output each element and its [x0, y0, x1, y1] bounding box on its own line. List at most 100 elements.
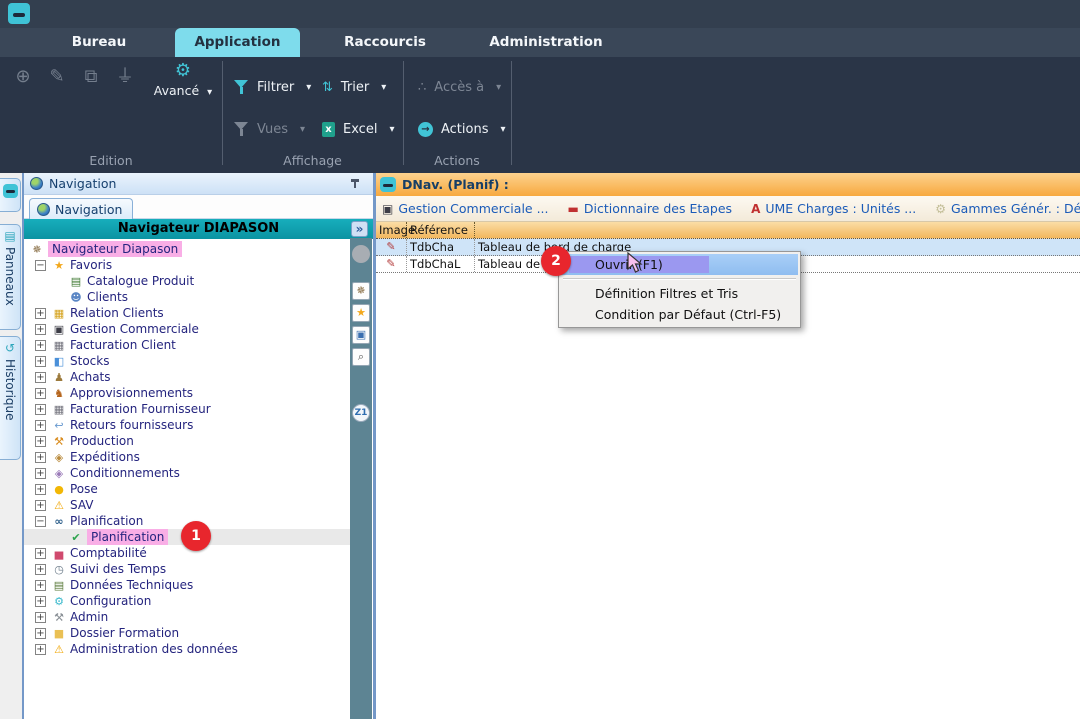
collapse-icon[interactable]: −: [35, 516, 46, 527]
tree-item-donnees-techniques[interactable]: +▤Données Techniques: [24, 577, 350, 593]
menu-item-definition-filtres-et-tris[interactable]: Définition Filtres et Tris: [561, 283, 798, 304]
tree-item-dossier-formation[interactable]: +■Dossier Formation: [24, 625, 350, 641]
panels-icon: ▤: [4, 230, 15, 242]
tree-item-retours-fournisseurs[interactable]: +↩Retours fournisseurs: [24, 417, 350, 433]
content-tab-strip: ▣Gestion Commerciale ... ▬Dictionnaire de…: [376, 196, 1080, 222]
expand-icon[interactable]: +: [35, 564, 46, 575]
tree-item-label: Facturation Client: [70, 338, 176, 352]
packaging-icon: ◈: [51, 468, 67, 479]
expand-icon[interactable]: +: [35, 356, 46, 367]
compass-tool-button[interactable]: ✵: [352, 282, 370, 300]
navigation-tab[interactable]: Navigation: [29, 198, 133, 219]
ribbon-tab-bar: Bureau Application Raccourcis Administratio…: [0, 28, 1080, 57]
tree-item-stocks[interactable]: +◧Stocks: [24, 353, 350, 369]
expand-icon[interactable]: +: [35, 644, 46, 655]
expand-icon[interactable]: +: [35, 468, 46, 479]
actions-icon: →: [418, 122, 433, 137]
tree-item-configuration[interactable]: +⚙Configuration: [24, 593, 350, 609]
briefcase-icon: ▣: [382, 203, 393, 215]
tree-item-expeditions[interactable]: +◈Expéditions: [24, 449, 350, 465]
menu-item-ouvrir-f1[interactable]: Ouvrir (F1): [561, 254, 798, 275]
rail-tab-panneaux[interactable]: ▤ Panneaux: [0, 224, 21, 330]
vues-label: Vues: [257, 122, 288, 137]
tree-item-navigateur-diapason[interactable]: ✵Navigateur Diapason: [24, 241, 350, 257]
rail-tab-historique[interactable]: ↺ Historique: [0, 336, 21, 460]
config-gear-icon: ⚙: [51, 596, 67, 607]
trash-icon[interactable]: ⏚: [114, 68, 136, 86]
group-label-edition: Edition: [0, 153, 222, 168]
tree-item-pose[interactable]: +●Pose: [24, 481, 350, 497]
tree-item-favoris[interactable]: −★Favoris: [24, 257, 350, 273]
expand-icon[interactable]: +: [35, 596, 46, 607]
content-tab-ume-charges-unites[interactable]: AUME Charges : Unités ...: [751, 201, 916, 216]
tree-item-clients[interactable]: ☻Clients: [24, 289, 350, 305]
screen-tool-button[interactable]: ▣: [352, 326, 370, 344]
top-tab-application[interactable]: Application: [175, 28, 300, 57]
top-tab-raccourcis[interactable]: Raccourcis: [330, 28, 440, 57]
actions-button[interactable]: →Actions▾: [418, 118, 506, 140]
tree-item-gestion-commerciale[interactable]: +▣Gestion Commerciale: [24, 321, 350, 337]
column-header-image[interactable]: Image: [376, 222, 407, 238]
scroll-knob[interactable]: [352, 245, 370, 263]
rail-tab-logo[interactable]: [0, 178, 21, 212]
tree-item-administration-des-donnees[interactable]: +⚠Administration des données: [24, 641, 350, 657]
expand-icon[interactable]: +: [35, 420, 46, 431]
trier-button[interactable]: ⇅Trier▾: [322, 76, 386, 98]
pin-icon[interactable]: [350, 178, 361, 189]
vues-button[interactable]: Vues▾: [234, 118, 305, 140]
avance-button[interactable]: ⚙ Avancé ▾: [148, 62, 218, 99]
star-icon: ★: [51, 260, 67, 271]
tree-item-facturation-client[interactable]: +▦Facturation Client: [24, 337, 350, 353]
expand-icon[interactable]: +: [35, 404, 46, 415]
tree-item-catalogue-produit[interactable]: ▤Catalogue Produit: [24, 273, 350, 289]
gear-icon: ⚙: [148, 62, 218, 80]
menu-item-condition-par-defaut-ctrl-f5[interactable]: Condition par Défaut (Ctrl-F5): [561, 304, 798, 325]
expand-icon[interactable]: +: [35, 388, 46, 399]
tree-item-conditionnements[interactable]: +◈Conditionnements: [24, 465, 350, 481]
expand-icon[interactable]: +: [35, 484, 46, 495]
excel-label: Excel: [343, 122, 377, 137]
top-tab-administration[interactable]: Administration: [470, 28, 622, 57]
expand-icon[interactable]: +: [35, 340, 46, 351]
excel-button[interactable]: xExcel▾: [322, 118, 394, 140]
plus-icon[interactable]: ⊕: [12, 68, 34, 86]
top-tab-bureau[interactable]: Bureau: [58, 28, 140, 57]
tree-item-label: Admin: [70, 610, 108, 624]
expand-icon[interactable]: +: [35, 436, 46, 447]
collapse-icon[interactable]: −: [35, 260, 46, 271]
expand-icon[interactable]: +: [35, 308, 46, 319]
content-tab-gammes-gener-defi[interactable]: ⚙Gammes Génér. : Défi...: [935, 201, 1080, 216]
expand-icon[interactable]: +: [35, 452, 46, 463]
calendar-icon: ▦: [51, 308, 67, 319]
copy-icon[interactable]: ⧉: [80, 68, 102, 86]
trier-label: Trier: [341, 80, 369, 95]
expand-icon[interactable]: +: [35, 612, 46, 623]
tree-item-approvisionnements[interactable]: +♞Approvisionnements: [24, 385, 350, 401]
tree-item-sav[interactable]: +⚠SAV: [24, 497, 350, 513]
acces-a-button[interactable]: ∴Accès à▾: [418, 76, 501, 98]
chevron-down-icon: ▾: [207, 87, 212, 98]
pencil-icon[interactable]: ✎: [46, 68, 68, 86]
tree-item-label: Pose: [70, 482, 98, 496]
content-tab-dictionnaire-des-etapes[interactable]: ▬Dictionnaire des Etapes: [568, 201, 733, 216]
tree-item-achats[interactable]: +♟Achats: [24, 369, 350, 385]
context-menu: Ouvrir (F1) Définition Filtres et TrisCon…: [558, 251, 801, 328]
content-tab-gestion-commerciale[interactable]: ▣Gestion Commerciale ...: [382, 201, 549, 216]
z1-tool-button[interactable]: Z1: [352, 404, 370, 422]
column-header-reference[interactable]: Référence: [407, 222, 475, 238]
tree-item-facturation-fournisseur[interactable]: +▦Facturation Fournisseur: [24, 401, 350, 417]
favorites-tool-button[interactable]: ★: [352, 304, 370, 322]
tree-item-production[interactable]: +⚒Production: [24, 433, 350, 449]
search-tool-button[interactable]: ⌕: [352, 348, 370, 366]
expand-icon[interactable]: +: [35, 580, 46, 591]
tree-item-suivi-des-temps[interactable]: +◷Suivi des Temps: [24, 561, 350, 577]
expand-icon[interactable]: +: [35, 324, 46, 335]
expand-icon[interactable]: +: [35, 628, 46, 639]
expand-icon[interactable]: +: [35, 372, 46, 383]
filtrer-button[interactable]: Filtrer▾: [234, 76, 311, 98]
expand-icon[interactable]: +: [35, 500, 46, 511]
tree-item-relation-clients[interactable]: +▦Relation Clients: [24, 305, 350, 321]
expand-panel-button[interactable]: »: [351, 221, 368, 237]
expand-icon[interactable]: +: [35, 548, 46, 559]
tree-item-admin[interactable]: +⚒Admin: [24, 609, 350, 625]
